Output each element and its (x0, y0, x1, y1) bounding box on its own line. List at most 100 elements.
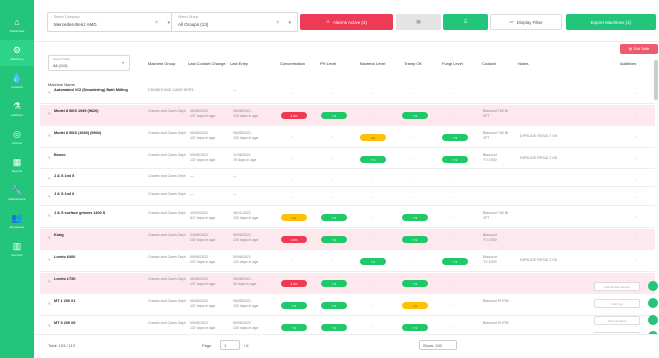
table-row[interactable]: ✎ Automated VCI (Dewatering) Bath Milling… (40, 84, 655, 104)
table-row[interactable]: ✎ J & S 1ml 5 Cranes and Cams Dept — — – – – – – – (40, 170, 655, 187)
column-header[interactable]: Machine Group (148, 61, 188, 66)
table-row[interactable]: ✎ Kraig Cranes and Cams Dept 04/08/2022 102… (40, 229, 655, 250)
page-input[interactable]: 1 (220, 340, 240, 350)
bacteria-level-badge: 7.9 (360, 156, 386, 163)
tramp-oil-badge: 7.9 (402, 280, 428, 287)
empty-value: – (331, 257, 334, 262)
sidebar: ⌂ Dashboard ⚙ Machines 💧 Coolants ⚗ Additives ◎ A… (0, 0, 34, 358)
last-entry: — (233, 192, 237, 196)
edit-icon[interactable]: ✎ (48, 258, 51, 263)
sidebar-item-employees[interactable]: 👥 Employees (0, 208, 34, 234)
side-action-button[interactable]: Add Service Report (594, 282, 640, 291)
bacteria-level-badge: 7.9 (360, 258, 386, 265)
table-row[interactable]: ✎ Model 8 BXS (1940) (9504) Cranes and Cam… (40, 127, 655, 148)
column-header[interactable]: Concentration (280, 61, 320, 66)
empty-value: – (291, 176, 294, 181)
additives-value: – (635, 213, 638, 218)
machine-name: Loreto LT50 (54, 277, 76, 281)
table-row[interactable]: ✎ J & S 1ml 6 Cranes and Cams Dept — — – – – – – – (40, 188, 655, 206)
column-header[interactable]: Coolant (482, 61, 522, 66)
chevron-down-icon[interactable]: ▾ (167, 20, 170, 26)
target-icon: ◎ (13, 129, 21, 139)
table-row[interactable]: ✎ J & S surface grinder 1400 S Cranes and … (40, 207, 655, 228)
empty-value: – (291, 257, 294, 262)
concentration-badge: 1.0% (281, 236, 307, 243)
table-row[interactable]: ✎ Model 8 BXS 1949 (9620) Cranes and Cams … (40, 105, 655, 126)
additives-value: – (635, 111, 638, 116)
vertical-scrollbar[interactable] (654, 60, 658, 100)
edit-icon[interactable]: ✎ (48, 134, 51, 139)
empty-value: – (452, 111, 455, 116)
column-header[interactable]: Bacteria Level (360, 61, 400, 66)
edit-icon[interactable]: ✎ (48, 302, 51, 307)
column-header[interactable]: Last Coolant Change (188, 61, 228, 66)
side-action-button[interactable]: Add Complete (594, 316, 640, 325)
list-view-button[interactable]: ☰ (443, 14, 488, 30)
fab-icon[interactable] (648, 281, 658, 291)
last-coolant-change: 04/08/2022 102 days in age (190, 233, 216, 242)
machine-group: Cranes and Cams Dept (148, 174, 186, 178)
company-select[interactable]: Select Company Mercedes-Benz AMG × ▾ (47, 12, 177, 32)
table-row[interactable]: ✎ Benco Cranes and Cams Dept 05/08/2022 137… (40, 149, 655, 169)
list-icon: ☰ (463, 19, 468, 24)
table-row[interactable]: ✎ Loreto 6400 Cranes and Cams Dept 05/08/20… (40, 251, 655, 272)
sidebar-item-machines[interactable]: ⚙ Machines (0, 40, 34, 66)
grid-view-button[interactable]: ▦ (396, 14, 441, 30)
edit-icon[interactable]: ✎ (48, 214, 51, 219)
empty-value: – (452, 213, 455, 218)
edit-icon[interactable]: ✎ (48, 324, 51, 329)
column-header[interactable]: Tramp Oil (404, 61, 444, 66)
edit-table-button[interactable]: ▤ Edit Table (620, 44, 658, 54)
page-size-select[interactable]: Show: 100 (419, 340, 457, 350)
last-entry: 05/08/2021 120 days in age (233, 109, 259, 118)
column-header[interactable]: Last Entry (230, 61, 270, 66)
sidebar-item-label: Employees (9, 225, 25, 229)
sidebar-item-maintenance[interactable]: 🔧 Maintenance (0, 180, 34, 206)
last-coolant-change: 05/08/2022 137 days in age (190, 131, 216, 140)
empty-value: – (291, 155, 294, 160)
chevron-down-icon[interactable]: ▾ (122, 60, 124, 65)
last-entry: 05/08/2021 120 days in age (233, 321, 259, 330)
flask-icon: ⚗ (12, 101, 22, 111)
group-select[interactable]: Select Group All Groups (13) × ▾ (171, 12, 298, 32)
clear-icon[interactable]: × (276, 20, 279, 26)
column-header[interactable]: PH Level (320, 61, 360, 66)
table-row[interactable]: ✎ MT 1 200 01 Cranes and Cams Dept 05/08/20… (40, 295, 655, 316)
sidebar-item-dashboard[interactable]: ⌂ Dashboard (0, 12, 34, 38)
fab-icon[interactable] (648, 298, 658, 308)
edit-icon[interactable]: ✎ (48, 280, 51, 285)
side-action-button[interactable]: Add Log (594, 299, 640, 308)
sidebar-item-additives[interactable]: ⚗ Additives (0, 96, 34, 122)
search-filter-select[interactable]: Search Filter All (113) ▾ (48, 55, 130, 71)
display-filter-button[interactable]: ▭ Display Filter (490, 14, 562, 30)
machine-group: Cranes and Cams Dept (148, 299, 186, 303)
edit-icon[interactable]: ✎ (48, 112, 51, 117)
column-header[interactable]: Notes (518, 61, 558, 66)
export-button[interactable]: Export Machines (1) (566, 14, 656, 30)
sidebar-item-records[interactable]: ▥ Records (0, 236, 34, 262)
edit-icon[interactable]: ✎ (48, 195, 51, 200)
ph-level-badge: 7.9 (321, 280, 347, 287)
edit-icon[interactable]: ✎ (48, 91, 51, 96)
concentration-badge: 7.9 (281, 302, 307, 309)
sidebar-item-label: Coolants (11, 85, 23, 89)
chevron-down-icon[interactable]: ▾ (288, 20, 291, 26)
empty-value: – (452, 323, 455, 328)
group-select-caption: Select Group (178, 15, 199, 19)
search-filter-caption: Search Filter (53, 57, 71, 61)
edit-icon[interactable]: ✎ (48, 236, 51, 241)
column-header[interactable]: Fungi Level (442, 61, 482, 66)
alarms-button[interactable]: ⚠ Alarms Active (2) (300, 14, 393, 30)
edit-icon[interactable]: ✎ (48, 177, 51, 182)
table-row[interactable]: ✎ Loreto LT50 Cranes and Cams Dept 05/08/20… (40, 273, 655, 294)
edit-icon[interactable]: ✎ (48, 156, 51, 161)
additives-value: – (635, 176, 638, 181)
building-icon: ▥ (12, 241, 22, 251)
fab-icon[interactable] (648, 315, 658, 325)
fungi-level-badge: 7.9 (442, 156, 468, 163)
sidebar-item-actions[interactable]: ◎ Actions (0, 124, 34, 150)
empty-value: – (412, 194, 415, 199)
sidebar-item-reports[interactable]: ▦ Reports (0, 152, 34, 178)
clear-icon[interactable]: × (155, 20, 158, 26)
sidebar-item-coolants[interactable]: 💧 Coolants (0, 68, 34, 94)
